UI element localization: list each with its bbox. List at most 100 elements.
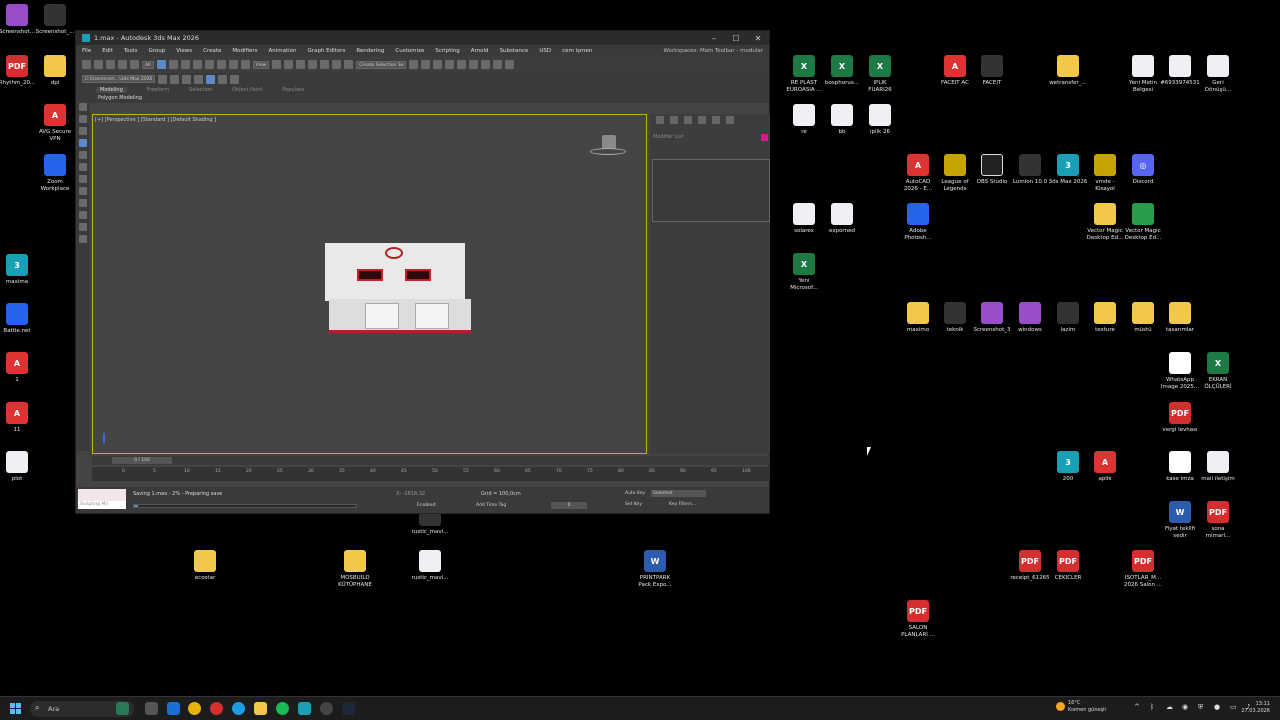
schematic-view-icon[interactable] (457, 60, 467, 69)
left-tool-icon[interactable] (79, 115, 87, 123)
move-icon[interactable] (204, 60, 214, 69)
tab-freeform[interactable]: Freeform (147, 87, 169, 93)
desktop-icon[interactable]: Screenshot_... (32, 4, 78, 36)
desktop-icon[interactable]: A1 (0, 352, 40, 384)
open-file-icon[interactable] (170, 74, 180, 84)
menu-substance[interactable]: Substance (500, 48, 529, 54)
network-icon[interactable]: ▭ (1230, 703, 1238, 711)
project-path[interactable]: C:\Users\cem...\3ds Max 2026 (82, 75, 156, 83)
chatgpt-icon[interactable] (320, 702, 333, 715)
menu-tools[interactable]: Tools (124, 48, 138, 54)
link-icon[interactable] (106, 60, 115, 69)
menu-edit[interactable]: Edit (102, 48, 113, 54)
viewcube-icon[interactable] (602, 135, 616, 149)
left-tool-icon[interactable] (79, 175, 87, 183)
desktop-icon[interactable]: A 11 (0, 402, 40, 434)
left-tool-icon[interactable] (79, 187, 87, 195)
desktop-icon[interactable]: X IPLIK FUARI26 (857, 55, 903, 94)
desktop-icon[interactable]: ◎ Discord (1120, 154, 1166, 186)
maximize-icon[interactable]: ☐ (725, 34, 747, 43)
desktop-icon[interactable]: Adobe Photosh... (895, 203, 941, 242)
file-explorer-icon[interactable] (254, 702, 267, 715)
edge-icon[interactable] (232, 702, 245, 715)
desktop-icon[interactable]: A AVG Secure VPN (32, 104, 78, 143)
desktop-icon[interactable]: rustic_mavi... (407, 550, 453, 582)
window-crossing-icon[interactable] (192, 60, 202, 69)
time-slider[interactable]: 0 / 100 (112, 457, 172, 464)
coord-x[interactable]: X: -1618,32 (396, 491, 425, 497)
render-icon[interactable] (505, 60, 515, 69)
left-tool-icon[interactable] (79, 199, 87, 207)
auto-key-button[interactable]: Auto Key (625, 491, 645, 496)
menu-create[interactable]: Create (203, 48, 221, 54)
frame-input[interactable]: 0 (551, 502, 587, 509)
3dsmax-taskbar-icon[interactable] (298, 702, 311, 715)
tab-populate[interactable]: Populate (282, 87, 304, 93)
menu-arnold[interactable]: Arnold (471, 48, 489, 54)
key-mode-dropdown[interactable]: Selected (651, 490, 706, 497)
motion-tab-icon[interactable] (698, 116, 706, 124)
weather-widget[interactable]: 16°C Kısmen güneşli (1056, 700, 1106, 714)
object-color-swatch[interactable] (761, 134, 768, 141)
chrome-icon[interactable] (188, 702, 201, 715)
render-setup-icon[interactable] (481, 60, 491, 69)
menu-customize[interactable]: Customize (395, 48, 424, 54)
snap-icon[interactable] (296, 60, 306, 69)
time-slider-track[interactable]: 0 / 100 (92, 456, 770, 465)
close-icon[interactable]: ✕ (747, 34, 769, 43)
tab-object-paint[interactable]: Object Paint (232, 87, 262, 93)
desktop-icon[interactable]: 3 maxima (0, 254, 40, 286)
container-icon[interactable] (218, 74, 228, 84)
desktop-icon[interactable]: dpi (32, 55, 78, 87)
pivot-icon[interactable] (272, 60, 282, 69)
mirror-icon[interactable] (409, 60, 419, 69)
redo-icon[interactable] (94, 60, 103, 69)
add-time-tag[interactable]: Add Time Tag (476, 503, 506, 508)
create-selection-set[interactable]: Create Selection Se (356, 60, 407, 69)
save-file-icon[interactable] (182, 74, 192, 84)
ribbon-panel[interactable]: Polygon Modeling (76, 94, 769, 103)
desktop-icon[interactable]: plot (0, 451, 40, 483)
minimize-icon[interactable]: – (703, 34, 725, 43)
select-by-name-icon[interactable] (168, 60, 178, 69)
left-tool-icon[interactable] (79, 103, 87, 111)
active-viewport-icon[interactable] (206, 74, 216, 84)
curve-editor-icon[interactable] (445, 60, 455, 69)
track-bar[interactable]: 0 5 10 15 20 25 30 35 40 45 50 55 60 65 70 75 80 85 90 95 10… (92, 467, 770, 481)
desktop-icon[interactable]: MOSBUILD KÜTÜPHANE (332, 550, 378, 589)
cloud-icon[interactable]: ☁ (1166, 703, 1174, 711)
desktop-icon[interactable]: exporned (819, 203, 865, 235)
hierarchy-tab-icon[interactable] (684, 116, 692, 124)
desktop-icon[interactable]: iplik 26 (857, 104, 903, 136)
user-name[interactable]: cem işmen (562, 48, 592, 54)
menu-modifiers[interactable]: Modifiers (232, 48, 257, 54)
modifier-list[interactable]: Modifier List (650, 126, 770, 142)
opera-icon[interactable] (210, 702, 223, 715)
menu-animation[interactable]: Animation (269, 48, 297, 54)
spotify-icon[interactable] (276, 702, 289, 715)
desktop-icon[interactable]: Aaplik (1082, 451, 1128, 483)
angle-snap-icon[interactable] (308, 60, 318, 69)
menu-views[interactable]: Views (176, 48, 192, 54)
start-button[interactable] (10, 703, 21, 714)
desktop-icon[interactable]: ecostar (182, 550, 228, 582)
undo-icon[interactable] (82, 60, 91, 69)
bluetooth-icon[interactable]: ᛒ (1150, 703, 1158, 711)
menu-graph-editors[interactable]: Graph Editors (308, 48, 346, 54)
display-tab-icon[interactable] (712, 116, 720, 124)
edit-named-sets-icon[interactable] (344, 60, 354, 69)
viewcube-ring[interactable] (590, 148, 626, 155)
select-manipulate-icon[interactable] (284, 60, 294, 69)
tab-modeling[interactable]: Modeling (96, 86, 127, 93)
perspective-viewport[interactable]: [+] [Perspective ] [Standard ] [Default … (92, 114, 647, 454)
task-view-icon[interactable] (145, 702, 158, 715)
widgets-icon[interactable] (116, 702, 129, 715)
desktop-icon[interactable]: Battle.net (0, 303, 40, 335)
desktop-icon[interactable]: Geri Dönüşü... (1195, 55, 1241, 94)
viewport-label[interactable]: [+] [Perspective ] [Standard ] [Default … (95, 117, 216, 123)
menu-rendering[interactable]: Rendering (356, 48, 384, 54)
unlink-icon[interactable] (118, 60, 127, 69)
title-bar[interactable]: 1.max - Autodesk 3ds Max 2026 – ☐ ✕ (76, 31, 769, 45)
modify-tab-icon[interactable] (670, 116, 678, 124)
desktop-icon[interactable]: FACEIT (969, 55, 1015, 87)
